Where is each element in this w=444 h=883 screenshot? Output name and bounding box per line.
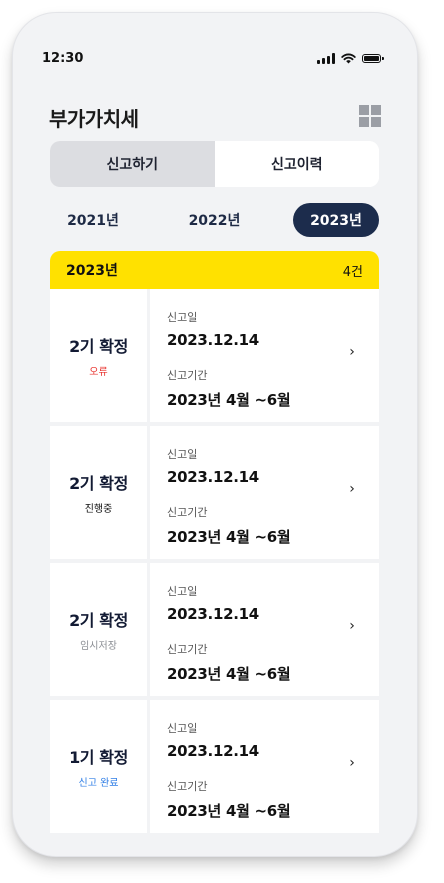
chevron-right-icon[interactable]: › bbox=[345, 344, 359, 360]
signal-icon bbox=[317, 53, 335, 64]
record-detail-cell: 신고일 2023.12.14 신고기간 2023년 4월 ~6월 › bbox=[150, 563, 379, 696]
year-2023-button[interactable]: 2023년 bbox=[293, 203, 379, 237]
record-period: 2기 확정 bbox=[69, 474, 128, 493]
record-item[interactable]: 2기 확정 오류 신고일 2023.12.14 신고기간 2023년 4월 ~6… bbox=[50, 289, 379, 422]
report-period-label: 신고기간 bbox=[167, 643, 208, 656]
record-detail-cell: 신고일 2023.12.14 신고기간 2023년 4월 ~6월 › bbox=[150, 700, 379, 833]
record-item[interactable]: 1기 확정 신고 완료 신고일 2023.12.14 신고기간 2023년 4월… bbox=[50, 700, 379, 833]
report-date-label: 신고일 bbox=[167, 722, 198, 735]
report-period-value: 2023년 4월 ~6월 bbox=[167, 665, 291, 683]
record-period: 2기 확정 bbox=[69, 611, 128, 630]
chevron-right-icon[interactable]: › bbox=[345, 618, 359, 634]
tab-file-report[interactable]: 신고하기 bbox=[50, 141, 215, 187]
page-title: 부가가치세 bbox=[49, 107, 139, 131]
record-period-cell: 2기 확정 오류 bbox=[50, 289, 147, 422]
report-period-value: 2023년 4월 ~6월 bbox=[167, 802, 291, 820]
report-period-label: 신고기간 bbox=[167, 506, 208, 519]
record-period-cell: 2기 확정 진행중 bbox=[50, 426, 147, 559]
record-list: 2기 확정 오류 신고일 2023.12.14 신고기간 2023년 4월 ~6… bbox=[50, 289, 379, 837]
year-2021-button[interactable]: 2021년 bbox=[50, 203, 136, 237]
record-period-cell: 1기 확정 신고 완료 bbox=[50, 700, 147, 833]
tab-bar: 신고하기 신고이력 bbox=[50, 141, 379, 187]
status-time: 12:30 bbox=[42, 51, 84, 66]
record-item[interactable]: 2기 확정 진행중 신고일 2023.12.14 신고기간 2023년 4월 ~… bbox=[50, 426, 379, 559]
report-period-label: 신고기간 bbox=[167, 369, 208, 382]
record-status: 오류 bbox=[89, 367, 108, 378]
record-period: 1기 확정 bbox=[69, 748, 128, 767]
report-period-value: 2023년 4월 ~6월 bbox=[167, 391, 291, 409]
grid-menu-icon[interactable] bbox=[359, 105, 381, 127]
record-detail-cell: 신고일 2023.12.14 신고기간 2023년 4월 ~6월 › bbox=[150, 426, 379, 559]
year-selector: 2021년 2022년 2023년 bbox=[50, 203, 379, 237]
record-period-cell: 2기 확정 임시저장 bbox=[50, 563, 147, 696]
status-bar: 12:30 bbox=[13, 51, 417, 73]
record-period: 2기 확정 bbox=[69, 337, 128, 356]
year-section-header: 2023년 4건 bbox=[50, 251, 379, 289]
record-status: 신고 완료 bbox=[78, 778, 119, 789]
status-icons bbox=[317, 53, 384, 64]
year-section-label: 2023년 bbox=[66, 263, 118, 279]
report-period-value: 2023년 4월 ~6월 bbox=[167, 528, 291, 546]
record-detail-cell: 신고일 2023.12.14 신고기간 2023년 4월 ~6월 › bbox=[150, 289, 379, 422]
record-status: 진행중 bbox=[84, 504, 113, 515]
report-period-label: 신고기간 bbox=[167, 780, 208, 793]
record-item[interactable]: 2기 확정 임시저장 신고일 2023.12.14 신고기간 2023년 4월 … bbox=[50, 563, 379, 696]
battery-icon bbox=[362, 54, 384, 63]
record-count: 4건 bbox=[342, 264, 363, 280]
report-date-label: 신고일 bbox=[167, 585, 198, 598]
chevron-right-icon[interactable]: › bbox=[345, 755, 359, 771]
phone-frame: 12:30 부가가치세 신고하기 신고이력 2021년 2022년 2023년 … bbox=[12, 12, 418, 857]
chevron-right-icon[interactable]: › bbox=[345, 481, 359, 497]
tab-report-history[interactable]: 신고이력 bbox=[214, 141, 379, 187]
wifi-icon bbox=[341, 53, 356, 64]
year-2022-button[interactable]: 2022년 bbox=[172, 203, 258, 237]
report-date-label: 신고일 bbox=[167, 448, 198, 461]
report-date-label: 신고일 bbox=[167, 311, 198, 324]
record-status: 임시저장 bbox=[80, 641, 117, 652]
